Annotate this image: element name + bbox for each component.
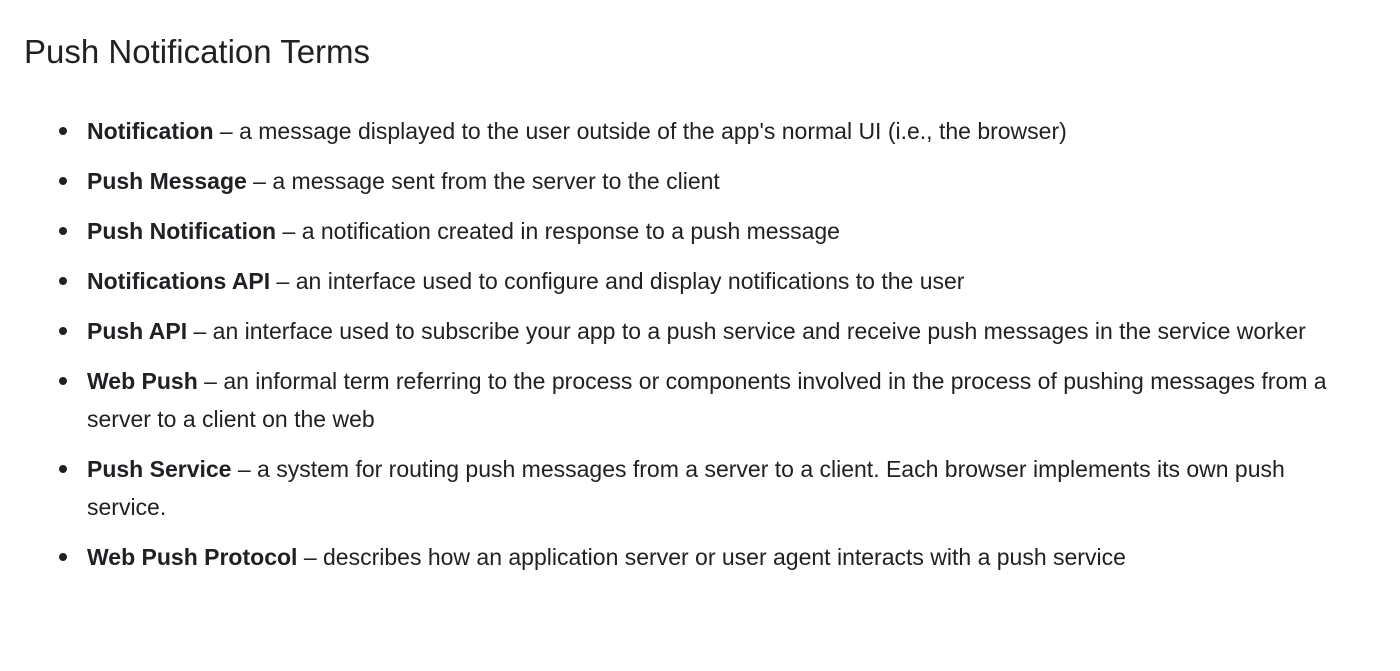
list-item-push-api: Push API – an interface used to subscrib…: [0, 312, 1400, 350]
term-name: Web Push: [87, 368, 198, 394]
document-page: Push Notification Terms Notification – a…: [0, 0, 1400, 671]
term-name: Push Service: [87, 456, 232, 482]
term-definition: – a system for routing push messages fro…: [87, 456, 1285, 520]
bullet-icon: [59, 127, 67, 135]
list-item-notifications-api: Notifications API – an interface used to…: [0, 262, 1400, 300]
term-name: Push Message: [87, 168, 247, 194]
bullet-icon: [59, 465, 67, 473]
list-item-web-push: Web Push – an informal term referring to…: [0, 362, 1400, 438]
term-list: Notification – a message displayed to th…: [0, 112, 1400, 588]
term-definition: – a message displayed to the user outsid…: [213, 118, 1067, 144]
list-item-web-push-protocol: Web Push Protocol – describes how an app…: [0, 538, 1400, 576]
term-name: Push Notification: [87, 218, 277, 244]
list-item-notification: Notification – a message displayed to th…: [0, 112, 1400, 150]
term-definition: – an informal term referring to the proc…: [87, 368, 1327, 432]
bullet-icon: [59, 377, 67, 385]
list-item-push-message: Push Message – a message sent from the s…: [0, 162, 1400, 200]
page-title: Push Notification Terms: [24, 33, 371, 70]
term-name: Notification: [87, 118, 214, 144]
term-definition: – an interface used to subscribe your ap…: [187, 318, 1306, 344]
term-definition: – an interface used to configure and dis…: [270, 268, 965, 294]
bullet-icon: [59, 327, 67, 335]
term-definition: – describes how an application server or…: [297, 544, 1126, 570]
term-definition: – a message sent from the server to the …: [246, 168, 720, 194]
term-name: Web Push Protocol: [87, 544, 298, 570]
list-item-push-service: Push Service – a system for routing push…: [0, 450, 1400, 526]
bullet-icon: [59, 177, 67, 185]
bullet-icon: [59, 553, 67, 561]
term-name: Push API: [87, 318, 188, 344]
bullet-icon: [59, 227, 67, 235]
term-name: Notifications API: [87, 268, 271, 294]
bullet-icon: [59, 277, 67, 285]
term-definition: – a notification created in response to …: [276, 218, 840, 244]
list-item-push-notification: Push Notification – a notification creat…: [0, 212, 1400, 250]
